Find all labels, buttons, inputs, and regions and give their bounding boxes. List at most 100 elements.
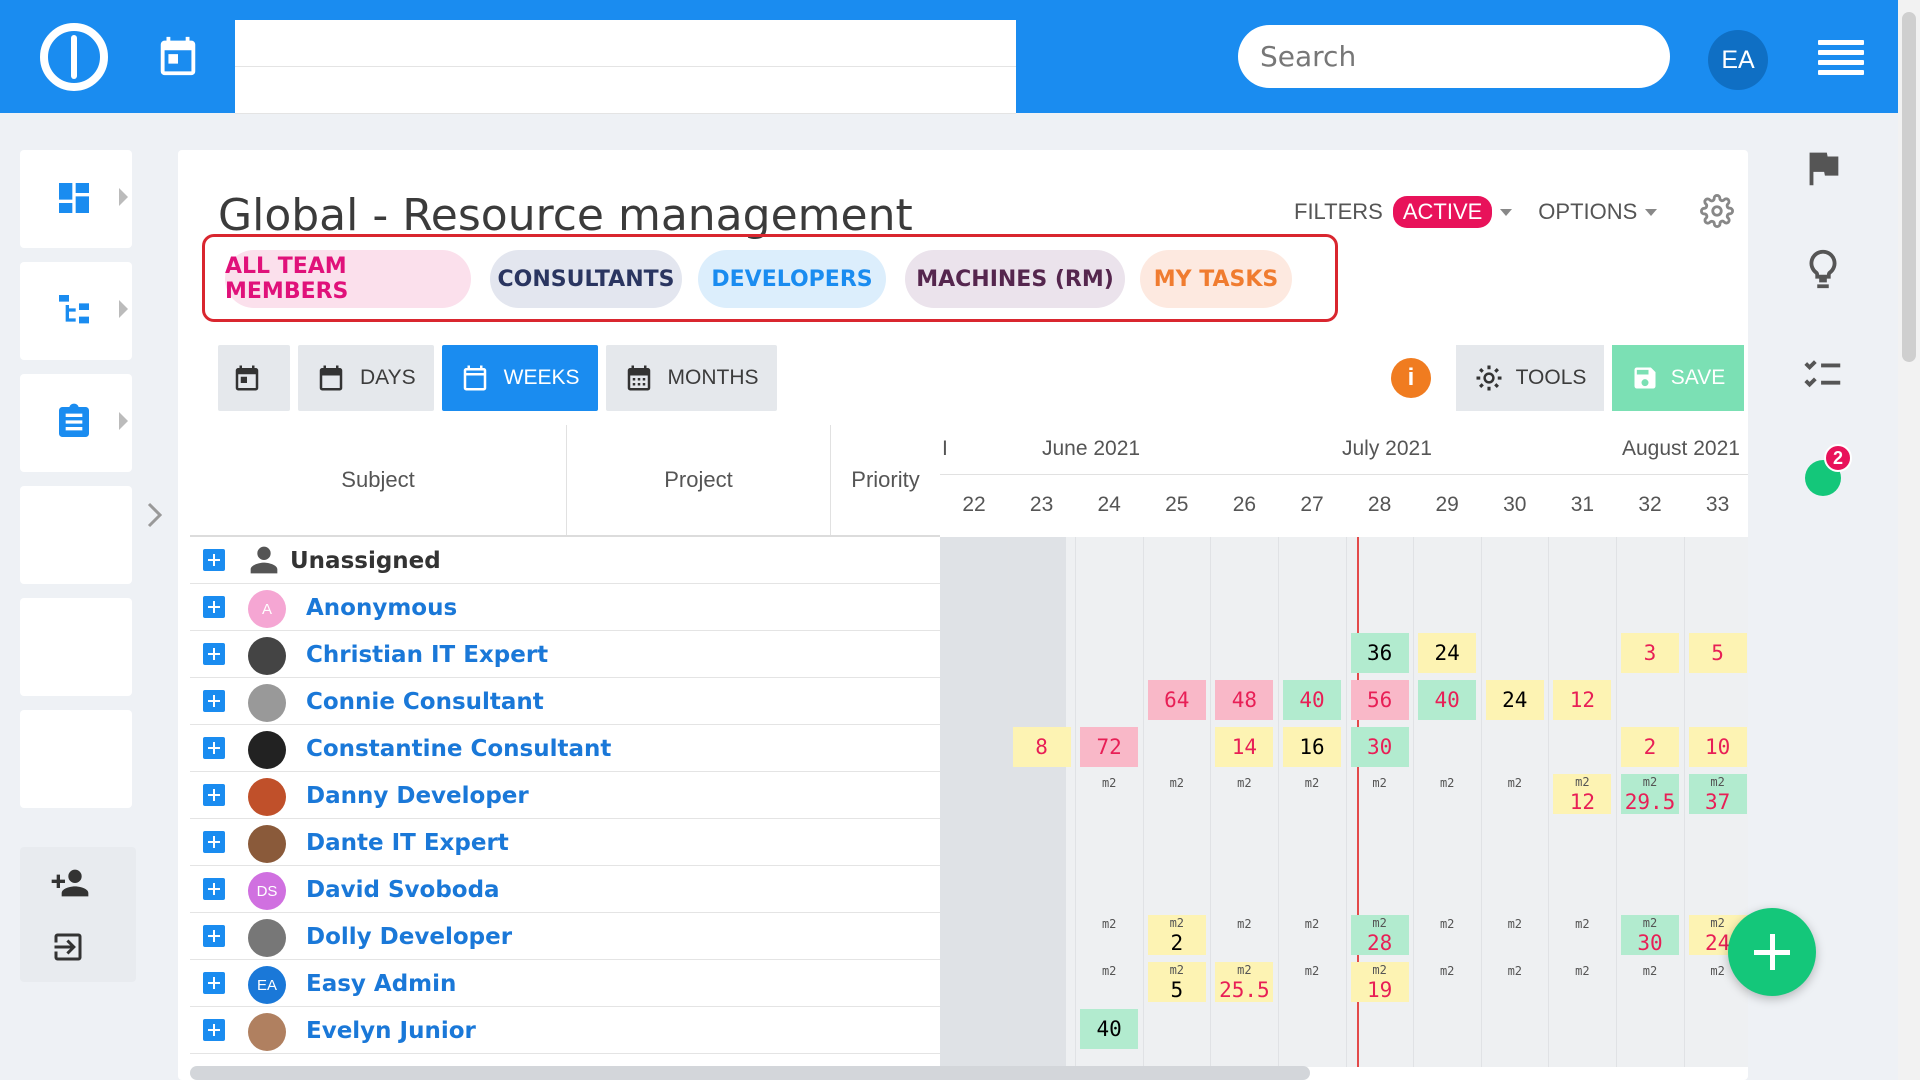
expand-plus-icon[interactable] <box>203 549 225 571</box>
chip-developers[interactable]: DEVELOPERS <box>698 250 886 308</box>
allocation-cell[interactable]: 12 <box>1553 680 1612 720</box>
chip-machines-rm[interactable]: MACHINES (RM) <box>905 250 1125 308</box>
expand-plus-icon[interactable] <box>203 690 225 712</box>
expand-plus-icon[interactable] <box>203 972 225 994</box>
chip-my-tasks[interactable]: MY TASKS <box>1140 250 1292 308</box>
sidebar-item-empty-2[interactable] <box>20 598 132 696</box>
chip-all-team-members[interactable]: ALL TEAM MEMBERS <box>225 250 471 308</box>
expand-plus-icon[interactable] <box>203 596 225 618</box>
save-button[interactable]: SAVE <box>1612 345 1744 411</box>
table-row[interactable]: Dante IT Expert <box>190 819 940 866</box>
table-row[interactable]: Dolly Developer <box>190 913 940 960</box>
checklist-icon[interactable] <box>1800 352 1846 398</box>
allocation-cell[interactable]: 40 <box>1283 680 1341 720</box>
allocation-cell[interactable]: 48 <box>1215 680 1274 720</box>
lightbulb-icon[interactable] <box>1800 246 1846 292</box>
allocation-cell[interactable]: m2 29.5 <box>1621 774 1679 814</box>
allocation-cell[interactable]: m2 12 <box>1553 774 1612 814</box>
allocation-cell[interactable]: 56 <box>1350 680 1409 720</box>
resource-name-link[interactable]: Dolly Developer <box>306 924 512 950</box>
allocation-cell[interactable]: 24 <box>1485 680 1544 720</box>
resource-name-link[interactable]: Christian IT Expert <box>306 642 548 668</box>
days-button[interactable]: DAYS <box>298 345 434 411</box>
horizontal-scrollbar[interactable] <box>190 1066 1310 1080</box>
table-row[interactable]: Evelyn Junior <box>190 1007 940 1054</box>
table-row[interactable]: Danny Developer <box>190 772 940 819</box>
options-dropdown[interactable]: OPTIONS <box>1538 199 1658 225</box>
allocation-cell[interactable]: 14 <box>1215 727 1274 767</box>
flag-icon[interactable] <box>1800 145 1846 191</box>
search-input[interactable] <box>1238 25 1670 88</box>
add-user-icon[interactable] <box>50 863 90 903</box>
table-row[interactable]: Unassigned <box>190 537 940 584</box>
allocation-cell[interactable]: 36 <box>1350 633 1409 673</box>
app-logo-icon[interactable] <box>40 23 108 91</box>
resource-name-link[interactable]: Anonymous <box>306 595 457 621</box>
resource-name-link[interactable]: Easy Admin <box>306 971 456 997</box>
calendar-icon[interactable] <box>155 33 201 79</box>
sidebar-item-empty-1[interactable] <box>20 486 132 584</box>
settings-gear-icon[interactable] <box>1700 194 1734 228</box>
allocation-cell[interactable]: m2 5 <box>1147 962 1206 1002</box>
table-row[interactable]: Connie Consultant <box>190 678 940 725</box>
table-row[interactable]: A Anonymous <box>190 584 940 631</box>
hamburger-menu-icon[interactable] <box>1818 40 1864 75</box>
allocation-cell[interactable]: 3 <box>1621 633 1679 673</box>
column-priority[interactable]: Priority <box>831 425 940 535</box>
allocation-cell[interactable]: 40 <box>1418 680 1477 720</box>
user-avatar[interactable]: EA <box>1708 30 1768 90</box>
expand-plus-icon[interactable] <box>203 737 225 759</box>
resource-name-link[interactable]: Constantine Consultant <box>306 736 611 762</box>
allocation-cell[interactable]: 64 <box>1147 680 1206 720</box>
filters-caret-icon[interactable] <box>1500 208 1513 216</box>
logout-icon[interactable] <box>50 929 86 965</box>
expand-plus-icon[interactable] <box>203 784 225 806</box>
add-new-fab-button[interactable] <box>1728 908 1816 996</box>
allocation-cell[interactable]: 5 <box>1688 633 1747 673</box>
allocation-cell[interactable]: 40 <box>1080 1009 1139 1049</box>
expand-plus-icon[interactable] <box>203 831 225 853</box>
resource-name-link[interactable]: Evelyn Junior <box>306 1018 476 1044</box>
allocation-cell[interactable]: m2 37 <box>1688 774 1747 814</box>
resource-name-link[interactable]: Dante IT Expert <box>306 830 509 856</box>
months-button[interactable]: MONTHS <box>605 345 777 411</box>
sidebar-item-tasks[interactable] <box>20 374 132 472</box>
info-icon[interactable]: i <box>1391 358 1431 398</box>
tools-button[interactable]: TOOLS <box>1456 345 1604 411</box>
table-row[interactable]: EA Easy Admin <box>190 960 940 1007</box>
allocation-cell[interactable]: m2 30 <box>1621 915 1679 955</box>
expand-plus-icon[interactable] <box>203 878 225 900</box>
filters-toggle[interactable]: FILTERS <box>1294 199 1383 225</box>
upcoming-meeting[interactable]: 01:22 Upcoming meeting in 32 hours 47 min… <box>235 20 1016 114</box>
resource-name-link[interactable]: Connie Consultant <box>306 689 544 715</box>
allocation-cell[interactable]: 30 <box>1350 727 1409 767</box>
expand-sidebar-chevron-icon[interactable] <box>145 500 165 530</box>
resource-name-link[interactable]: David Svoboda <box>306 877 500 903</box>
allocation-cell[interactable]: 24 <box>1418 633 1477 673</box>
allocation-cell[interactable]: 72 <box>1080 727 1139 767</box>
allocation-cell[interactable]: m2 25.5 <box>1215 962 1274 1002</box>
sidebar-item-dashboard[interactable] <box>20 150 132 248</box>
weeks-button[interactable]: WEEKS <box>441 345 598 411</box>
resource-name-link[interactable]: Danny Developer <box>306 783 529 809</box>
today-button[interactable] <box>218 345 290 411</box>
table-row[interactable]: DS David Svoboda <box>190 866 940 913</box>
expand-plus-icon[interactable] <box>203 643 225 665</box>
sidebar-item-empty-3[interactable] <box>20 710 132 808</box>
allocation-cell[interactable]: 16 <box>1283 727 1341 767</box>
table-row[interactable]: Christian IT Expert <box>190 631 940 678</box>
allocation-cell[interactable]: 10 <box>1688 727 1747 767</box>
column-project[interactable]: Project <box>567 425 831 535</box>
table-row[interactable]: Constantine Consultant <box>190 725 940 772</box>
sidebar-item-tree[interactable] <box>20 262 132 360</box>
expand-plus-icon[interactable] <box>203 925 225 947</box>
allocation-cell[interactable]: m2 19 <box>1350 962 1409 1002</box>
allocation-cell[interactable]: 2 <box>1621 727 1679 767</box>
chip-consultants[interactable]: CONSULTANTS <box>490 250 682 308</box>
expand-plus-icon[interactable] <box>203 1019 225 1041</box>
allocation-cell[interactable]: 8 <box>1012 727 1071 767</box>
column-subject[interactable]: Subject <box>190 425 567 535</box>
page-scrollbar[interactable] <box>1898 0 1920 1080</box>
allocation-cell[interactable]: m2 28 <box>1350 915 1409 955</box>
allocation-cell[interactable]: m2 2 <box>1147 915 1206 955</box>
